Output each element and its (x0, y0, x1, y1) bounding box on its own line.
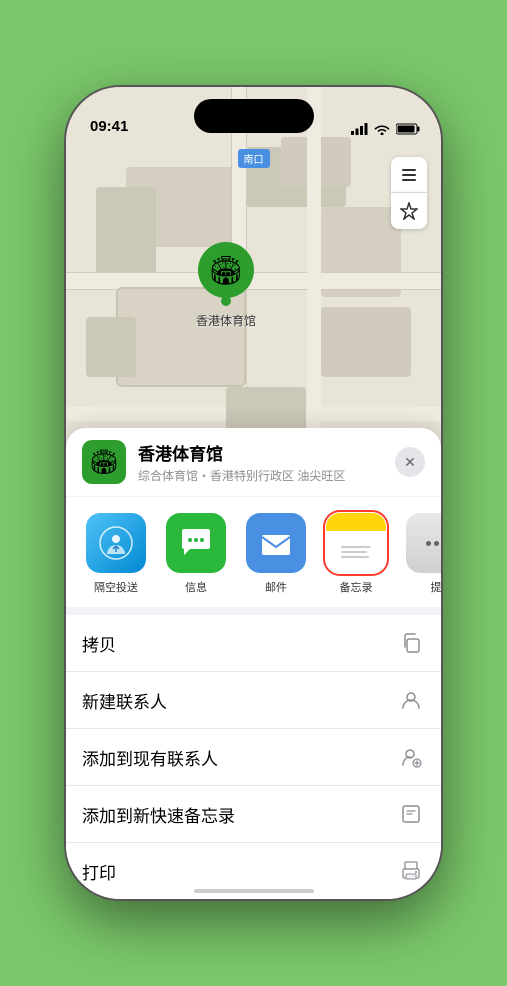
airdrop-svg (99, 526, 133, 560)
airdrop-icon (86, 513, 146, 573)
share-airdrop[interactable]: 隔空投送 (76, 513, 156, 595)
more-icon (406, 513, 441, 573)
add-notes-label: 添加到新快速备忘录 (82, 802, 235, 827)
venue-header: 🏟 香港体育馆 综合体育馆・香港特别行政区 油尖旺区 ✕ (66, 428, 441, 496)
bottom-sheet: 🏟 香港体育馆 综合体育馆・香港特别行政区 油尖旺区 ✕ (66, 428, 441, 899)
messages-label: 信息 (185, 579, 207, 595)
map-location-button[interactable] (391, 193, 427, 229)
add-contact-label: 添加到现有联系人 (82, 745, 218, 770)
stadium-icon: 🏟 (208, 254, 244, 287)
signal-icon (351, 123, 368, 135)
action-add-contact[interactable]: 添加到现有联系人 (66, 729, 441, 786)
mail-label: 邮件 (265, 579, 287, 595)
action-add-notes[interactable]: 添加到新快速备忘录 (66, 786, 441, 843)
share-apps-row: 隔空投送 信息 (66, 497, 441, 607)
map-block (321, 307, 411, 377)
messages-svg (178, 525, 214, 561)
print-icon (397, 857, 425, 885)
venue-info: 香港体育馆 综合体育馆・香港特别行政区 油尖旺区 (138, 440, 395, 484)
map-layers-button[interactable] (391, 157, 427, 193)
more-dots (426, 541, 442, 546)
action-list: 拷贝 新建联系人 (66, 615, 441, 899)
venue-icon: 🏟 (82, 440, 126, 484)
dot-1 (426, 541, 431, 546)
map-label-nankou: 南口 (238, 149, 270, 168)
airdrop-label: 隔空投送 (94, 579, 138, 595)
notes-icon (326, 513, 386, 573)
notes-line-2 (341, 551, 367, 553)
more-share-label: 提 (431, 579, 442, 595)
pin-label: 香港体育馆 (196, 312, 256, 329)
venue-description: 综合体育馆・香港特别行政区 油尖旺区 (138, 467, 395, 484)
notes-lines (336, 542, 376, 563)
home-indicator (194, 889, 314, 893)
notes-line-3 (341, 556, 369, 558)
copy-label: 拷贝 (82, 631, 116, 656)
add-notes-icon (397, 800, 425, 828)
action-copy[interactable]: 拷贝 (66, 615, 441, 672)
pin-circle: 🏟 (198, 242, 254, 298)
map-block (86, 317, 136, 377)
share-messages[interactable]: 信息 (156, 513, 236, 595)
location-icon (400, 202, 418, 220)
status-time: 09:41 (90, 118, 128, 135)
status-icons (351, 123, 421, 135)
new-contact-label: 新建联系人 (82, 688, 167, 713)
battery-icon (396, 123, 421, 135)
stadium-pin[interactable]: 🏟 香港体育馆 (196, 242, 256, 329)
phone-frame: 09:41 (66, 87, 441, 899)
messages-icon (166, 513, 226, 573)
copy-icon (397, 629, 425, 657)
action-new-contact[interactable]: 新建联系人 (66, 672, 441, 729)
share-more[interactable]: 提 (396, 513, 441, 595)
dynamic-island (194, 99, 314, 133)
venue-name: 香港体育馆 (138, 440, 395, 465)
new-contact-icon (397, 686, 425, 714)
sheet-divider (66, 607, 441, 615)
close-button[interactable]: ✕ (395, 447, 425, 477)
wifi-icon (374, 123, 390, 135)
dot-2 (434, 541, 439, 546)
notes-line-1 (341, 546, 371, 548)
share-notes[interactable]: 备忘录 (316, 513, 396, 595)
print-label: 打印 (82, 859, 116, 884)
add-contact-icon (397, 743, 425, 771)
share-mail[interactable]: 邮件 (236, 513, 316, 595)
phone-screen: 09:41 (66, 87, 441, 899)
map-controls (391, 157, 427, 229)
layers-icon (399, 165, 419, 185)
mail-icon (246, 513, 306, 573)
notes-label: 备忘录 (340, 579, 373, 595)
mail-svg (258, 525, 294, 561)
